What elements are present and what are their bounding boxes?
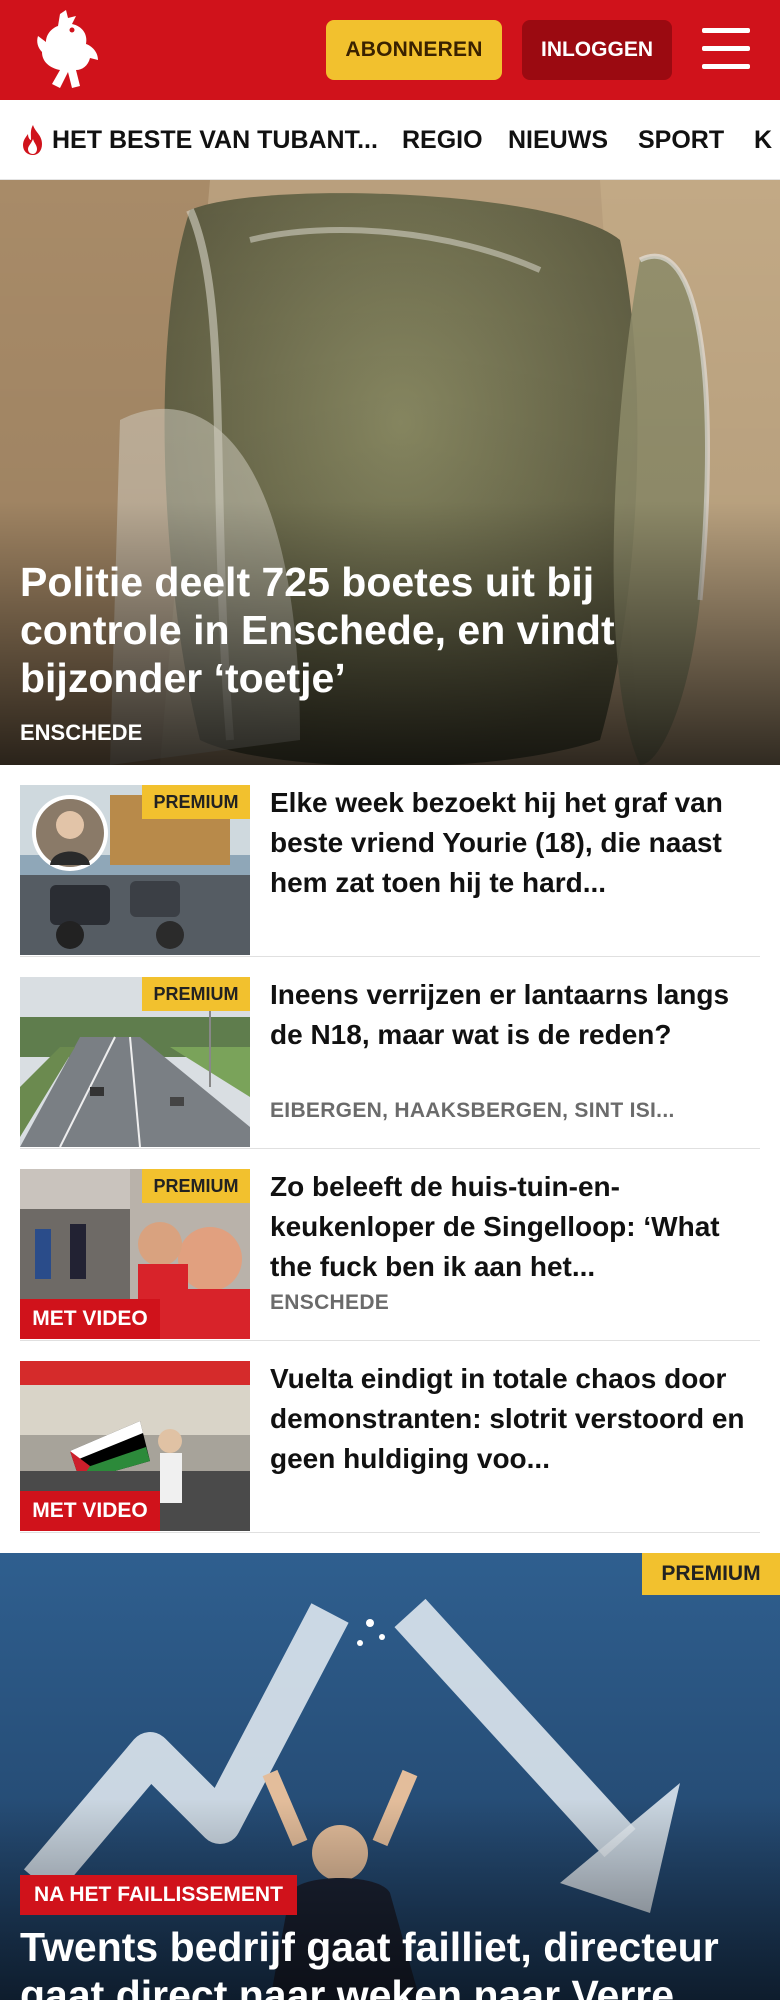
nav-item-nieuws[interactable]: NIEUWS bbox=[508, 100, 608, 179]
hero-category: ENSCHEDE bbox=[20, 720, 143, 745]
tubantia-horse-logo-icon[interactable] bbox=[32, 8, 108, 92]
article-thumbnail: PREMIUM bbox=[20, 785, 250, 955]
article-thumbnail: PREMIUM bbox=[20, 977, 250, 1147]
hero-headline[interactable]: Politie deelt 725 boetes uit bij control… bbox=[20, 558, 700, 702]
premium-badge: PREMIUM bbox=[642, 1553, 780, 1595]
article-thumbnail: PREMIUM MET VIDEO bbox=[20, 1169, 250, 1339]
hamburger-menu-icon[interactable] bbox=[700, 26, 752, 72]
article-title[interactable]: Elke week bezoekt hij het graf van beste… bbox=[270, 783, 750, 903]
nav-item-regio[interactable]: REGIO bbox=[402, 100, 483, 179]
login-button[interactable]: INLOGGEN bbox=[522, 20, 672, 80]
site-header: ABONNEREN INLOGGEN bbox=[0, 0, 780, 100]
premium-badge: PREMIUM bbox=[142, 785, 250, 819]
article-item[interactable]: PREMIUM MET VIDEO Zo beleeft de huis-tui… bbox=[20, 1149, 760, 1341]
article-category: EIBERGEN, HAAKSBERGEN, SINT ISI... bbox=[270, 1099, 675, 1122]
nav-item-best-of[interactable]: HET BESTE VAN TUBANT... bbox=[18, 100, 378, 179]
premium-badge: PREMIUM bbox=[142, 1169, 250, 1203]
nav-item-label: NIEUWS bbox=[508, 125, 608, 154]
section-nav: HET BESTE VAN TUBANT... REGIO NIEUWS SPO… bbox=[0, 100, 780, 180]
article-title[interactable]: Zo beleeft de huis-tuin-en-keukenloper d… bbox=[270, 1167, 750, 1287]
article-item[interactable]: MET VIDEO Vuelta eindigt in totale chaos… bbox=[20, 1341, 760, 1533]
article-item[interactable]: PREMIUM Ineens verrijzen er lantaarns la… bbox=[20, 957, 760, 1149]
article-item[interactable]: PREMIUM Elke week bezoekt hij het graf v… bbox=[20, 765, 760, 957]
nav-item-label: HET BESTE VAN TUBANT... bbox=[52, 125, 378, 154]
video-badge: MET VIDEO bbox=[20, 1491, 160, 1531]
article-thumbnail: MET VIDEO bbox=[20, 1361, 250, 1531]
article-category: ENSCHEDE bbox=[270, 1291, 390, 1314]
video-badge: MET VIDEO bbox=[20, 1299, 160, 1339]
nav-item-label: K bbox=[754, 125, 773, 154]
flame-icon bbox=[23, 125, 42, 155]
topic-tag: NA HET FAILLISSEMENT bbox=[20, 1875, 297, 1915]
article-title[interactable]: Ineens verrijzen er lantaarns langs de N… bbox=[270, 975, 750, 1055]
subscribe-button[interactable]: ABONNEREN bbox=[326, 20, 502, 80]
nav-item-label: SPORT bbox=[638, 125, 725, 154]
nav-item-more[interactable]: K bbox=[754, 100, 773, 179]
nav-item-sport[interactable]: SPORT bbox=[638, 100, 725, 179]
premium-badge: PREMIUM bbox=[142, 977, 250, 1011]
hero-article[interactable]: Politie deelt 725 boetes uit bij control… bbox=[0, 180, 780, 765]
article-title[interactable]: Vuelta eindigt in totale chaos door demo… bbox=[270, 1359, 750, 1479]
featured-article[interactable]: PREMIUM NA HET FAILLISSEMENT Twents bedr… bbox=[0, 1553, 780, 2000]
nav-item-label: REGIO bbox=[402, 125, 483, 154]
featured-headline[interactable]: Twents bedrijf gaat failliet, directeur … bbox=[20, 1923, 760, 2000]
